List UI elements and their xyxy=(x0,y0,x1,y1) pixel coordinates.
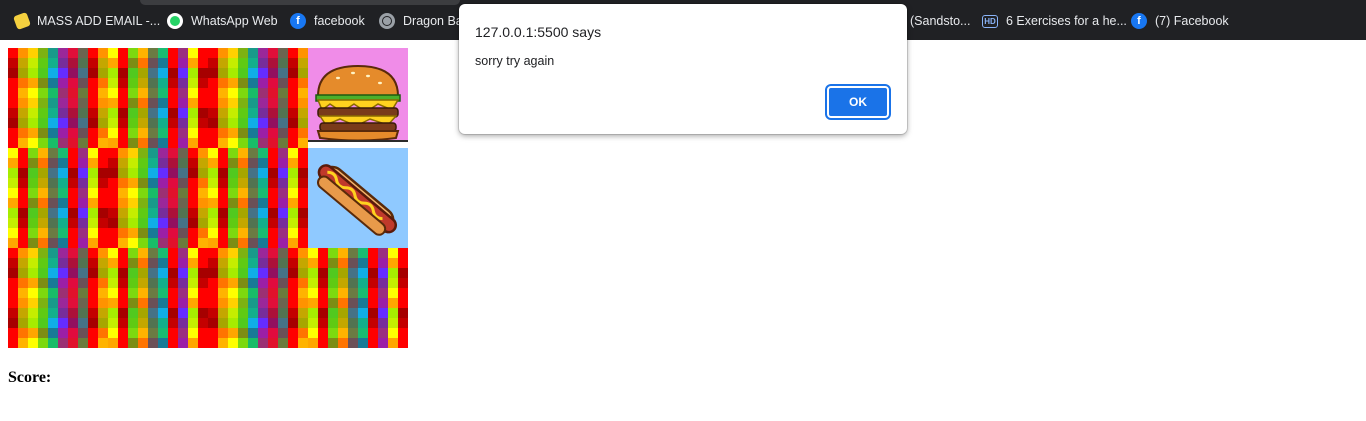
bookmark-label: WhatsApp Web xyxy=(191,14,278,28)
facebook-icon: f xyxy=(290,13,306,29)
card-hidden[interactable] xyxy=(8,48,108,148)
dialog-message: sorry try again xyxy=(475,54,555,68)
card-hidden[interactable] xyxy=(108,48,208,148)
hd-icon: HD xyxy=(982,14,998,28)
bookmark-label: Dragon Ba xyxy=(403,14,463,28)
card-hidden[interactable] xyxy=(108,248,208,348)
whatsapp-icon xyxy=(167,13,183,29)
card-hidden[interactable] xyxy=(8,148,108,248)
bookmark-label: (7) Facebook xyxy=(1155,14,1229,28)
bookmark-dragon-ba[interactable]: Dragon Ba xyxy=(379,11,463,31)
bookmark-6-exercises[interactable]: HD 6 Exercises for a he... xyxy=(982,11,1127,31)
facebook-icon: f xyxy=(1131,13,1147,29)
globe-icon xyxy=(379,13,395,29)
card-burger[interactable] xyxy=(308,48,408,148)
game-board xyxy=(8,48,408,348)
card-hidden[interactable] xyxy=(108,148,208,248)
ok-button[interactable]: OK xyxy=(827,86,889,118)
card-hidden[interactable] xyxy=(208,148,308,248)
burger-icon xyxy=(308,64,408,148)
card-hidden[interactable] xyxy=(208,48,308,148)
bookmark-label: MASS ADD EMAIL -... xyxy=(37,14,161,28)
bookmark-label: (Sandsto... xyxy=(910,14,971,28)
bookmark-label: 6 Exercises for a he... xyxy=(1006,14,1127,28)
bookmark-sandstone[interactable]: (Sandsto... xyxy=(910,11,970,31)
alert-dialog: 127.0.0.1:5500 says sorry try again OK xyxy=(459,4,907,134)
bookmark-whatsapp-web[interactable]: WhatsApp Web xyxy=(167,11,278,31)
card-hidden[interactable] xyxy=(8,248,108,348)
bookmark-7-facebook[interactable]: f (7) Facebook xyxy=(1131,11,1229,31)
bookmark-facebook[interactable]: f facebook xyxy=(290,11,365,31)
dialog-title: 127.0.0.1:5500 says xyxy=(475,24,602,40)
hotdog-icon xyxy=(316,164,398,236)
bookmark-label: facebook xyxy=(314,14,365,28)
card-hidden[interactable] xyxy=(308,248,408,348)
active-tab-edge xyxy=(140,0,460,5)
score-label: Score: xyxy=(8,369,52,386)
bookmark-mass-add-email[interactable]: MASS ADD EMAIL -... xyxy=(13,11,161,31)
mass-add-icon xyxy=(13,12,31,30)
card-hidden[interactable] xyxy=(208,248,308,348)
card-hotdog[interactable] xyxy=(308,148,408,248)
